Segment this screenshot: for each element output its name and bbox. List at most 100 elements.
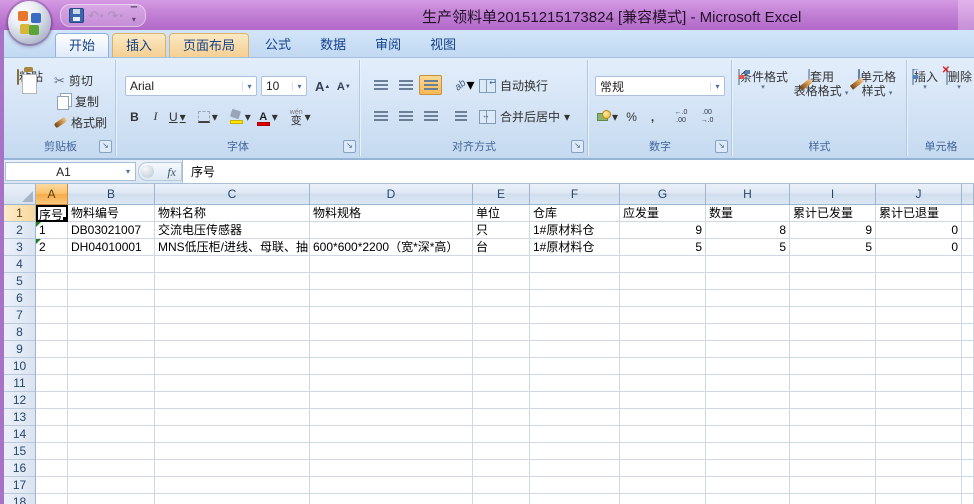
cell-H13[interactable] — [706, 409, 790, 426]
cell-I12[interactable] — [790, 392, 876, 409]
top-align-button[interactable] — [369, 75, 392, 95]
row-header-14[interactable]: 14 — [4, 426, 36, 443]
cell-G6[interactable] — [620, 290, 706, 307]
cell-E9[interactable] — [473, 341, 530, 358]
cell-B2[interactable]: DB03021007 — [68, 222, 155, 239]
tab-home[interactable]: 开始 — [55, 33, 109, 57]
cell-J15[interactable] — [876, 443, 962, 460]
cell-J4[interactable] — [876, 256, 962, 273]
cell-K7[interactable] — [962, 307, 974, 324]
cell-H12[interactable] — [706, 392, 790, 409]
cell-C5[interactable] — [155, 273, 310, 290]
cell-K8[interactable] — [962, 324, 974, 341]
cell-F17[interactable] — [530, 477, 620, 494]
cell-J10[interactable] — [876, 358, 962, 375]
cell-A7[interactable] — [36, 307, 68, 324]
column-header-E[interactable]: E — [473, 184, 530, 205]
cell-K13[interactable] — [962, 409, 974, 426]
clipboard-dialog-launcher[interactable]: ↘ — [99, 140, 112, 153]
phonetic-button[interactable]: wén变 ▾ — [288, 106, 313, 127]
cell-J8[interactable] — [876, 324, 962, 341]
cell-K1[interactable] — [962, 205, 974, 222]
font-name-combo[interactable]: Arial▾ — [125, 76, 257, 96]
cell-B12[interactable] — [68, 392, 155, 409]
cell-A4[interactable] — [36, 256, 68, 273]
column-header-K[interactable] — [962, 184, 974, 205]
cell-D8[interactable] — [310, 324, 473, 341]
row-header-1[interactable]: 1 — [4, 205, 36, 222]
column-header-J[interactable]: J — [876, 184, 962, 205]
column-header-H[interactable]: H — [706, 184, 790, 205]
cell-C3[interactable]: MNS低压柜/进线、母联、抽 — [155, 239, 310, 256]
cell-F9[interactable] — [530, 341, 620, 358]
percent-style-button[interactable]: % — [622, 106, 641, 127]
cell-D13[interactable] — [310, 409, 473, 426]
cell-C15[interactable] — [155, 443, 310, 460]
cell-A14[interactable] — [36, 426, 68, 443]
cell-K9[interactable] — [962, 341, 974, 358]
office-button[interactable] — [8, 1, 51, 44]
row-header-9[interactable]: 9 — [4, 341, 36, 358]
row-header-7[interactable]: 7 — [4, 307, 36, 324]
cell-A16[interactable] — [36, 460, 68, 477]
cell-F15[interactable] — [530, 443, 620, 460]
cell-D16[interactable] — [310, 460, 473, 477]
orientation-button[interactable]: ab▾ — [450, 75, 480, 95]
row-header-15[interactable]: 15 — [4, 443, 36, 460]
cell-K10[interactable] — [962, 358, 974, 375]
accounting-format-button[interactable]: ▾ — [595, 106, 620, 127]
cell-E11[interactable] — [473, 375, 530, 392]
cell-I3[interactable]: 5 — [790, 239, 876, 256]
cell-F18[interactable] — [530, 494, 620, 504]
row-header-11[interactable]: 11 — [4, 375, 36, 392]
cell-H18[interactable] — [706, 494, 790, 504]
cell-I10[interactable] — [790, 358, 876, 375]
cell-H6[interactable] — [706, 290, 790, 307]
merge-center-button[interactable]: 合并后居中▾ — [479, 106, 570, 127]
cell-H5[interactable] — [706, 273, 790, 290]
cell-K4[interactable] — [962, 256, 974, 273]
paste-button[interactable]: 粘贴 ▾ — [10, 70, 50, 91]
cell-J11[interactable] — [876, 375, 962, 392]
row-header-13[interactable]: 13 — [4, 409, 36, 426]
cell-E14[interactable] — [473, 426, 530, 443]
cell-A3[interactable]: 2 — [36, 239, 68, 256]
tab-page-layout[interactable]: 页面布局 — [169, 33, 249, 57]
cell-F3[interactable]: 1#原材料仓 — [530, 239, 620, 256]
cell-G17[interactable] — [620, 477, 706, 494]
cell-I11[interactable] — [790, 375, 876, 392]
formula-input[interactable]: 序号 — [182, 160, 974, 183]
cell-H14[interactable] — [706, 426, 790, 443]
font-dialog-launcher[interactable]: ↘ — [343, 140, 356, 153]
column-header-A[interactable]: A — [36, 184, 68, 205]
cell-A18[interactable] — [36, 494, 68, 504]
cell-J13[interactable] — [876, 409, 962, 426]
column-header-G[interactable]: G — [620, 184, 706, 205]
cell-E12[interactable] — [473, 392, 530, 409]
cell-J18[interactable] — [876, 494, 962, 504]
cell-G9[interactable] — [620, 341, 706, 358]
comma-style-button[interactable]: , — [643, 106, 662, 127]
cell-C2[interactable]: 交流电压传感器 — [155, 222, 310, 239]
cell-D4[interactable] — [310, 256, 473, 273]
cell-A9[interactable] — [36, 341, 68, 358]
cell-J12[interactable] — [876, 392, 962, 409]
cell-G15[interactable] — [620, 443, 706, 460]
cell-K2[interactable] — [962, 222, 974, 239]
decrease-indent-button[interactable] — [449, 106, 472, 126]
cell-D12[interactable] — [310, 392, 473, 409]
decrease-decimal-button[interactable]: .00→.0 — [695, 109, 719, 125]
cell-G3[interactable]: 5 — [620, 239, 706, 256]
cell-D6[interactable] — [310, 290, 473, 307]
cell-B18[interactable] — [68, 494, 155, 504]
cell-F10[interactable] — [530, 358, 620, 375]
cell-G10[interactable] — [620, 358, 706, 375]
cell-I18[interactable] — [790, 494, 876, 504]
row-header-8[interactable]: 8 — [4, 324, 36, 341]
cell-I16[interactable] — [790, 460, 876, 477]
cell-A10[interactable] — [36, 358, 68, 375]
cell-E5[interactable] — [473, 273, 530, 290]
cell-G13[interactable] — [620, 409, 706, 426]
cell-E15[interactable] — [473, 443, 530, 460]
column-header-I[interactable]: I — [790, 184, 876, 205]
